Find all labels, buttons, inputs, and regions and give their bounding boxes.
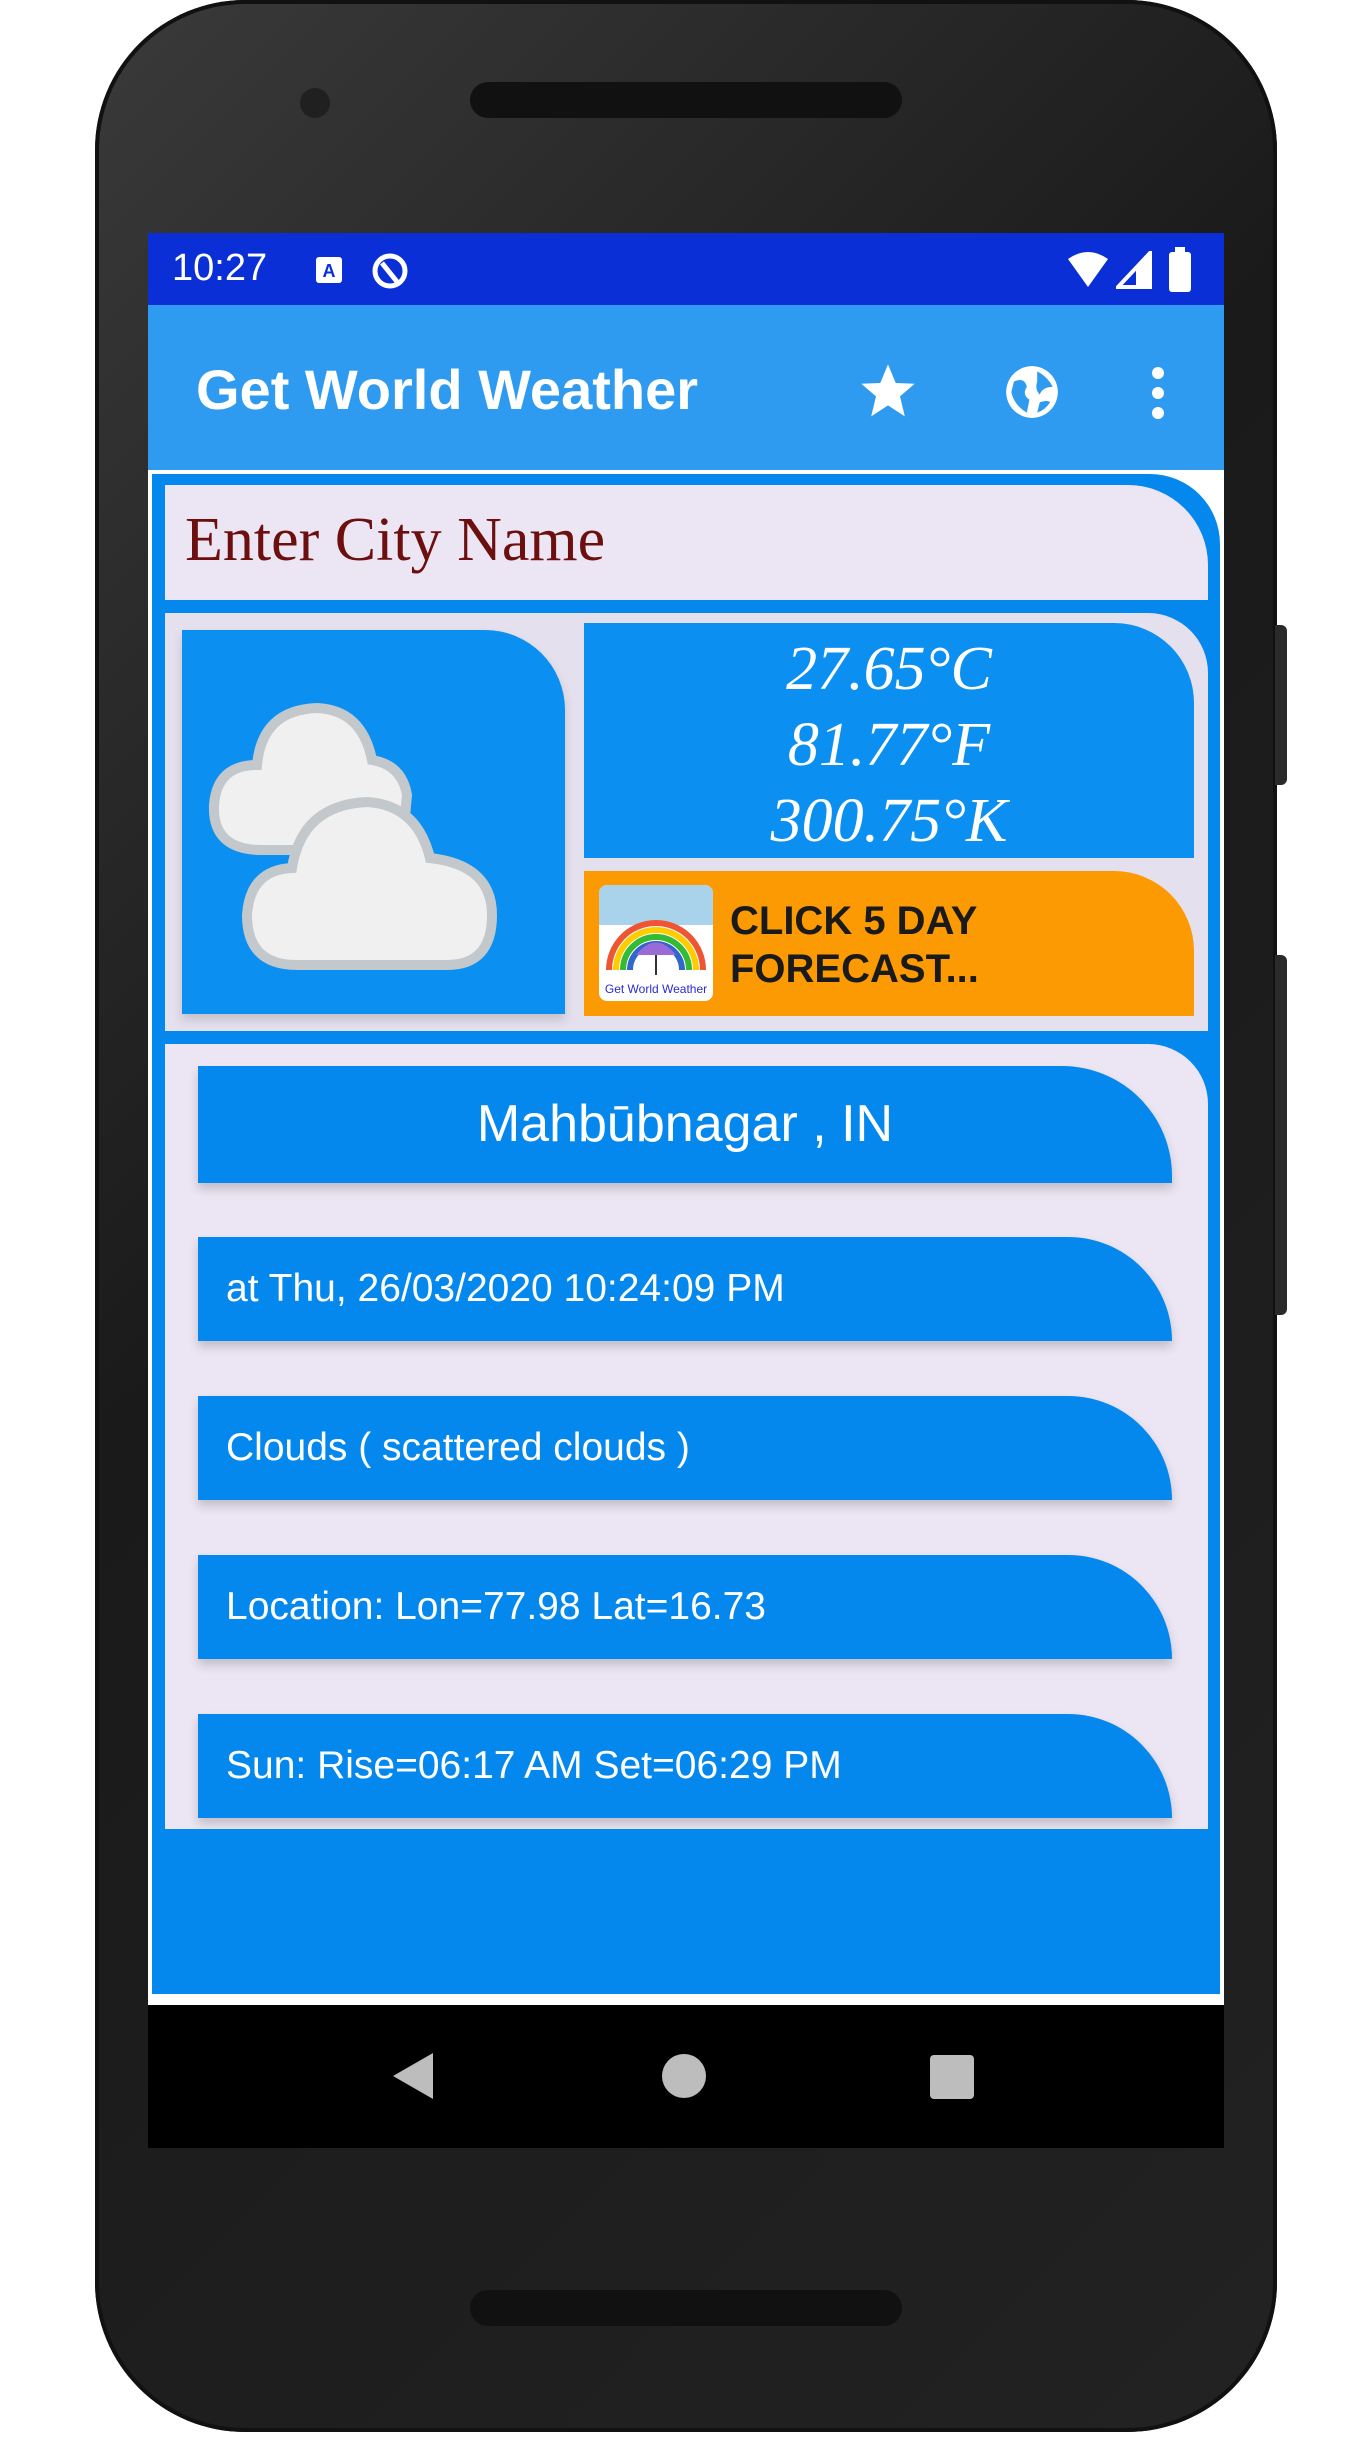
app-logo: Get World Weather (599, 885, 713, 1001)
city-input-placeholder: Enter City Name (185, 506, 606, 574)
condition-label: Clouds ( scattered clouds ) (198, 1396, 1172, 1500)
temperature-box: 27.65°C 81.77°F 300.75°K (584, 623, 1194, 858)
temp-kelvin: 300.75°K (770, 787, 1008, 855)
front-camera (300, 88, 330, 118)
screen: 10:27 A Get World Weather Enter City Nam… (148, 233, 1224, 2148)
wifi-icon (1068, 252, 1108, 287)
power-button (1275, 625, 1287, 785)
temp-celsius: 27.65°C (786, 635, 992, 703)
svg-text:A: A (323, 261, 336, 281)
star-icon[interactable] (856, 359, 920, 423)
forecast-label-line2: FORECAST... (730, 947, 979, 991)
svg-text:Get World Weather: Get World Weather (605, 982, 707, 996)
status-time: 10:27 (172, 247, 268, 289)
q-notification-icon (372, 253, 408, 289)
five-day-forecast-button[interactable]: Get World Weather CLICK 5 DAY FORECAST..… (584, 871, 1194, 1016)
more-vert-icon[interactable] (1146, 365, 1170, 421)
app-bar: Get World Weather (148, 305, 1224, 470)
temp-fahrenheit: 81.77°F (787, 711, 991, 779)
status-bar: 10:27 A (148, 233, 1224, 305)
globe-icon[interactable] (1001, 361, 1063, 423)
forecast-label-line1: CLICK 5 DAY (730, 899, 978, 943)
datetime-label: at Thu, 26/03/2020 10:24:09 PM (198, 1237, 1172, 1341)
bottom-speaker (470, 2290, 902, 2326)
navigation-bar (148, 2005, 1224, 2148)
battery-icon (1169, 247, 1191, 292)
back-icon[interactable] (391, 2051, 435, 2101)
info-panel: Mahbūbnagar , IN at Thu, 26/03/2020 10:2… (165, 1044, 1208, 1829)
location-label: Location: Lon=77.98 Lat=16.73 (198, 1555, 1172, 1659)
volume-button (1275, 955, 1287, 1315)
app-title: Get World Weather (196, 358, 699, 421)
weather-icon-box (182, 630, 565, 1014)
signal-icon (1116, 251, 1152, 289)
sun-times-label: Sun: Rise=06:17 AM Set=06:29 PM (198, 1714, 1172, 1818)
a-notification-icon: A (316, 257, 342, 283)
recents-icon[interactable] (930, 2055, 974, 2099)
city-label: Mahbūbnagar , IN (198, 1066, 1172, 1183)
earpiece-speaker (470, 82, 902, 118)
scattered-clouds-icon (208, 702, 498, 970)
city-name-input[interactable]: Enter City Name (165, 485, 1208, 600)
home-icon[interactable] (661, 2053, 707, 2099)
